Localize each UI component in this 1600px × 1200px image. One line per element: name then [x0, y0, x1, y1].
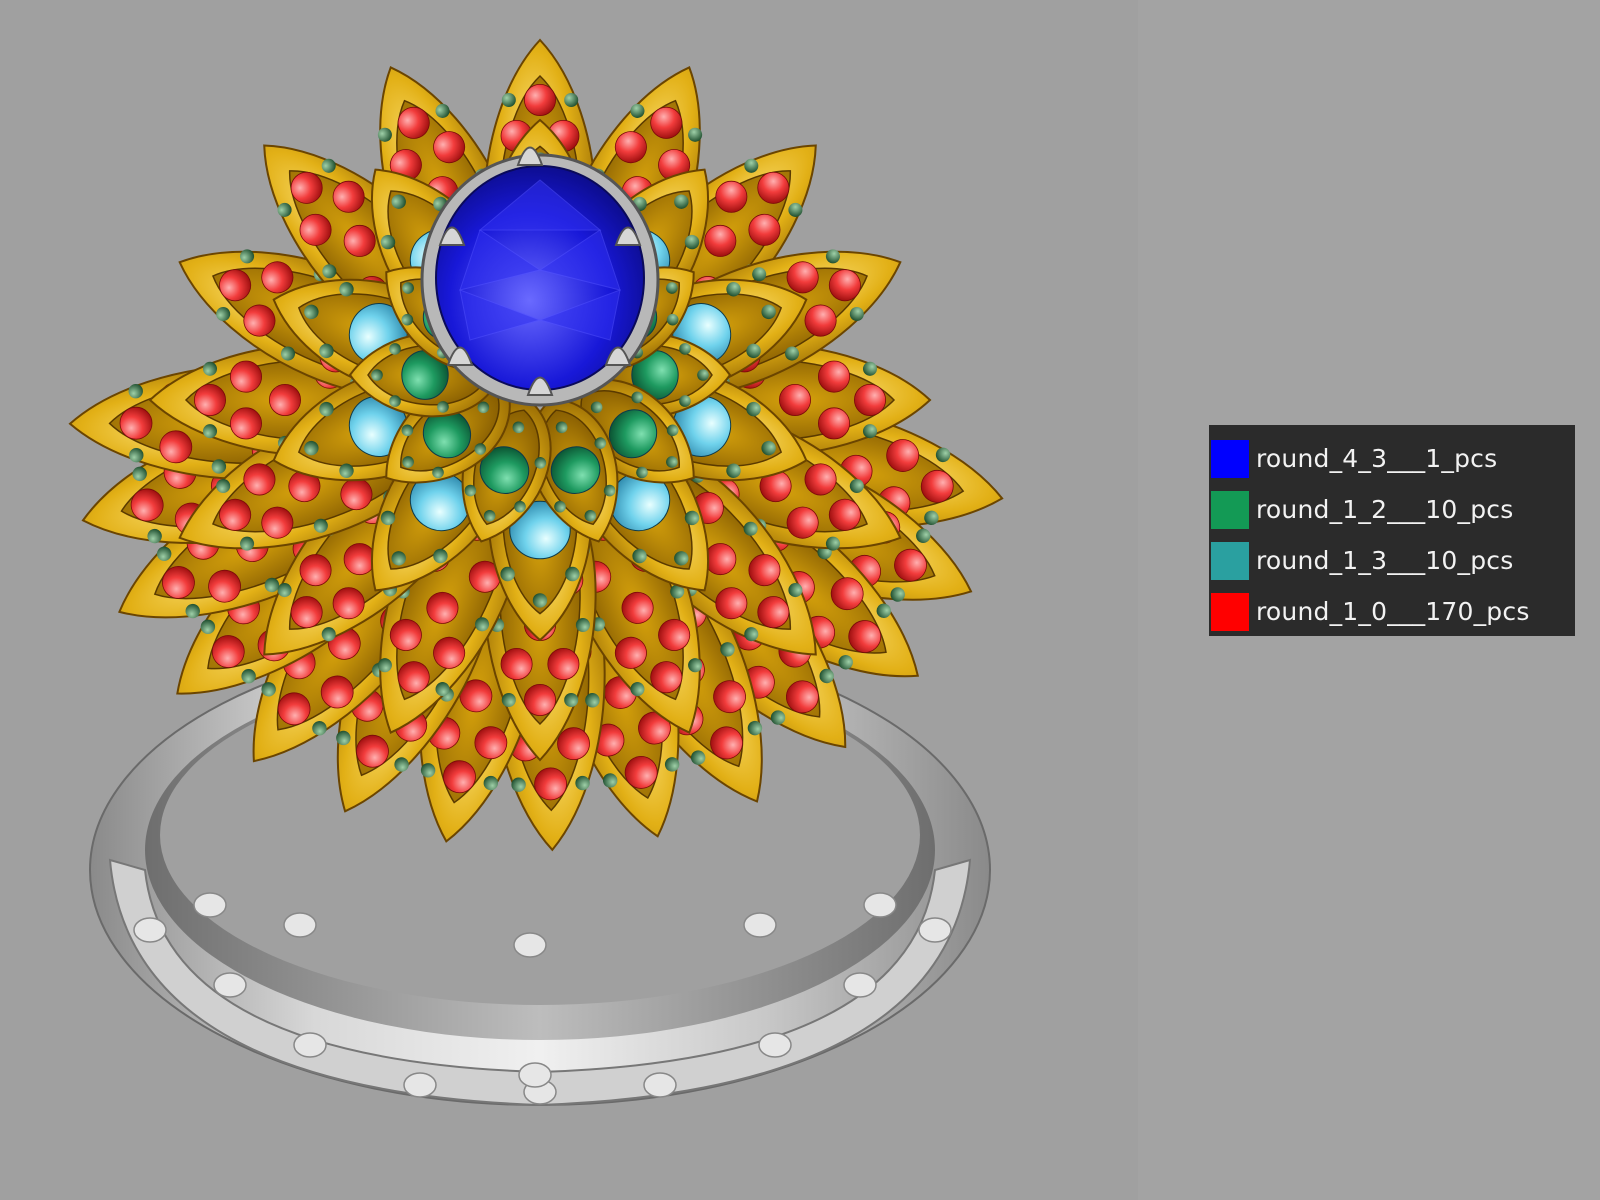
red-gem — [229, 407, 262, 440]
band-bead — [293, 1032, 327, 1058]
red-gem — [268, 383, 301, 417]
red-gem — [193, 383, 226, 417]
legend-swatch — [1211, 439, 1249, 478]
prong-bead — [389, 395, 401, 407]
prong-bead — [371, 369, 383, 381]
prong-bead — [202, 361, 218, 376]
red-gem — [534, 767, 567, 801]
prong-bead — [437, 401, 449, 413]
band-bead — [193, 892, 227, 918]
band-bead — [643, 1072, 677, 1098]
band-bead — [758, 1032, 792, 1058]
legend-item: round_1_3___10_pcs — [1209, 535, 1575, 586]
red-gem — [523, 684, 557, 717]
red-gem — [523, 83, 557, 116]
prong-bead — [679, 395, 691, 407]
gem-legend: round_4_3___1_pcs round_1_2___10_pcs rou… — [1209, 425, 1575, 636]
prong-bead — [500, 566, 515, 582]
band-bead — [513, 932, 547, 958]
prong-bead — [129, 447, 144, 463]
red-gem — [557, 727, 590, 761]
3d-viewport[interactable] — [0, 0, 1138, 1200]
red-gem — [229, 360, 262, 393]
legend-label: round_1_3___10_pcs — [1256, 546, 1514, 575]
legend-label: round_1_0___170_pcs — [1256, 597, 1530, 626]
red-gem — [119, 406, 153, 440]
legend-swatch — [1211, 592, 1249, 631]
legend-item: round_4_3___1_pcs — [1209, 433, 1575, 484]
legend-swatch — [1211, 541, 1249, 580]
red-gem — [547, 648, 580, 681]
prong-bead — [564, 692, 579, 708]
red-gem — [500, 648, 533, 681]
band-bead — [518, 1062, 552, 1088]
legend-label: round_1_2___10_pcs — [1256, 495, 1514, 524]
prong-bead — [389, 343, 401, 355]
prong-bead — [697, 369, 709, 381]
prong-bead — [128, 383, 143, 399]
prong-bead — [564, 92, 579, 108]
prong-bead — [679, 343, 691, 355]
red-gem — [854, 383, 887, 417]
band-bead — [403, 1072, 437, 1098]
ring-model[interactable] — [0, 0, 1138, 1200]
band-bead — [213, 972, 247, 998]
legend-item: round_1_0___170_pcs — [1209, 586, 1575, 637]
band-bead — [283, 912, 317, 938]
prong-bead — [565, 566, 580, 582]
red-gem — [818, 360, 851, 393]
prong-bead — [575, 617, 590, 633]
prong-bead — [202, 424, 218, 439]
legend-item: round_1_2___10_pcs — [1209, 484, 1575, 535]
band-bead — [863, 892, 897, 918]
prong-bead — [862, 361, 878, 376]
red-gem — [818, 407, 851, 440]
red-gem — [779, 383, 812, 417]
prong-bead — [501, 692, 516, 708]
legend-swatch — [1211, 490, 1249, 529]
prong-bead — [211, 459, 227, 474]
prong-bead — [501, 92, 516, 108]
band-bead — [918, 917, 952, 943]
band-bead — [743, 912, 777, 938]
band-bead — [843, 972, 877, 998]
prong-bead — [532, 593, 548, 608]
legend-label: round_4_3___1_pcs — [1256, 444, 1498, 473]
prong-bead — [862, 424, 878, 439]
red-gem — [159, 430, 193, 464]
band-bead — [133, 917, 167, 943]
